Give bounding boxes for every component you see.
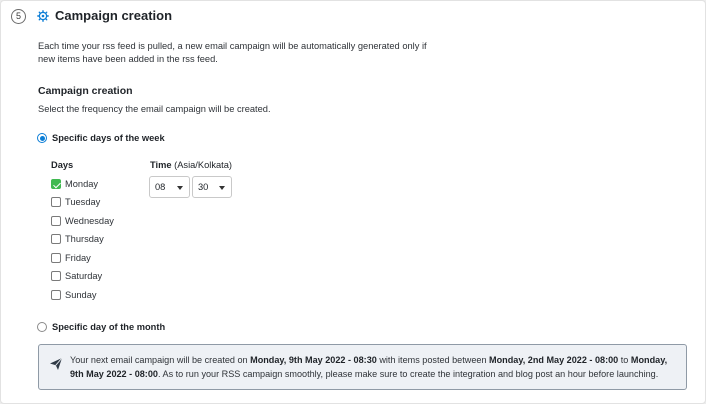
radio-specific-days-week[interactable]: Specific days of the week xyxy=(37,133,165,143)
hour-value: 08 xyxy=(155,182,166,192)
checkbox[interactable] xyxy=(51,271,61,281)
day-checkbox-monday[interactable]: Monday xyxy=(51,179,98,189)
send-paper-plane-icon xyxy=(50,357,63,370)
radio-button-checked[interactable] xyxy=(37,133,47,143)
radio-button[interactable] xyxy=(37,322,47,332)
hour-select[interactable]: 08 xyxy=(149,176,190,198)
next-campaign-date: Monday, 9th May 2022 - 08:30 xyxy=(250,355,377,365)
chevron-down-icon xyxy=(219,186,225,190)
chevron-down-icon xyxy=(177,186,183,190)
radio-label: Specific day of the month xyxy=(52,322,166,332)
day-label: Saturday xyxy=(65,271,103,281)
day-checkbox-sunday[interactable]: Sunday xyxy=(51,290,97,300)
day-label: Tuesday xyxy=(65,197,101,207)
next-campaign-notice: Your next email campaign will be created… xyxy=(38,344,687,390)
day-label: Wednesday xyxy=(65,216,114,226)
timezone-label: (Asia/Kolkata) xyxy=(174,160,232,170)
time-label-text: Time xyxy=(150,160,172,170)
settings-cog-icon xyxy=(37,10,49,22)
radio-label: Specific days of the week xyxy=(52,133,165,143)
day-checkbox-thursday[interactable]: Thursday xyxy=(51,234,104,244)
campaign-creation-panel: 5 Campaign creation Each time your rss f… xyxy=(0,0,706,404)
notice-text-part: with items posted between xyxy=(376,355,490,365)
checkbox-checked[interactable] xyxy=(51,179,61,189)
day-checkbox-saturday[interactable]: Saturday xyxy=(51,271,102,281)
time-label: Time (Asia/Kolkata) xyxy=(150,160,232,170)
checkbox[interactable] xyxy=(51,290,61,300)
day-label: Monday xyxy=(65,179,99,189)
days-label: Days xyxy=(51,160,74,170)
minute-value: 30 xyxy=(198,182,209,192)
notice-text-part: Your next email campaign will be created… xyxy=(70,355,251,365)
campaign-subtitle: Campaign creation xyxy=(38,85,133,97)
day-label: Sunday xyxy=(65,290,97,300)
range-start-date: Monday, 2nd May 2022 - 08:00 xyxy=(489,355,619,365)
radio-specific-day-month[interactable]: Specific day of the month xyxy=(37,322,165,332)
checkbox[interactable] xyxy=(51,197,61,207)
step-number-badge: 5 xyxy=(11,9,26,24)
checkbox[interactable] xyxy=(51,253,61,263)
day-checkbox-wednesday[interactable]: Wednesday xyxy=(51,216,114,226)
notice-text-part: . As to run your RSS campaign smoothly, … xyxy=(157,369,659,379)
day-label: Friday xyxy=(65,253,91,263)
minute-select[interactable]: 30 xyxy=(192,176,232,198)
notice-message: Your next email campaign will be created… xyxy=(70,353,676,381)
notice-text-part: to xyxy=(618,355,631,365)
campaign-frequency-hint: Select the frequency the email campaign … xyxy=(38,104,271,114)
day-label: Thursday xyxy=(65,234,104,244)
day-checkbox-tuesday[interactable]: Tuesday xyxy=(51,197,100,207)
day-checkbox-friday[interactable]: Friday xyxy=(51,253,91,263)
section-title: Campaign creation xyxy=(55,8,173,23)
section-description: Each time your rss feed is pulled, a new… xyxy=(38,41,427,64)
checkbox[interactable] xyxy=(51,234,61,244)
checkbox[interactable] xyxy=(51,216,61,226)
